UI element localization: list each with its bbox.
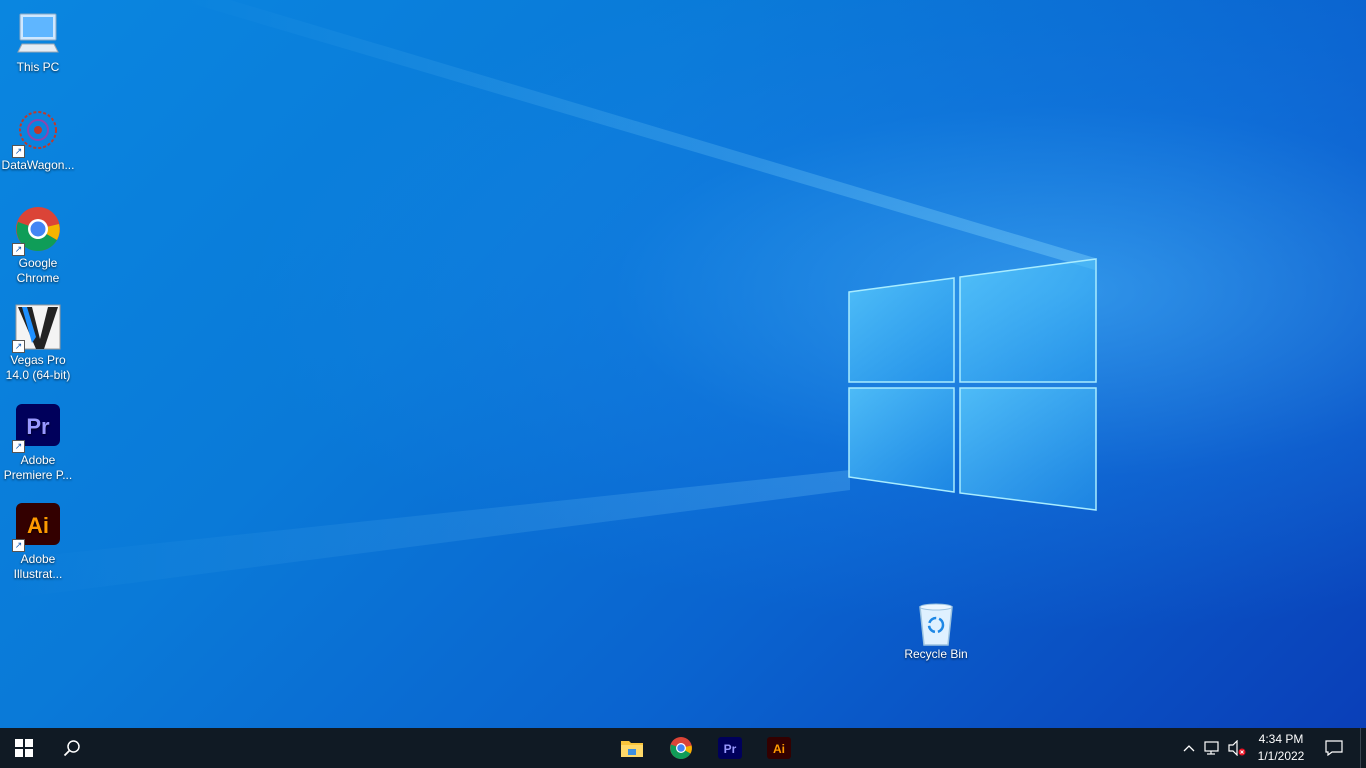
shortcut-arrow-icon: ↗	[12, 145, 25, 158]
desktop[interactable]: This PC ↗ DataWagon... ↗ Google Chrome ↗…	[0, 0, 1366, 728]
datawagon-icon: ↗	[12, 108, 62, 158]
desktop-icon-label: Recycle Bin	[904, 647, 968, 661]
desktop-icon-vegas-pro[interactable]: ↗ Vegas Pro 14.0 (64-bit)	[0, 303, 76, 383]
illustrator-badge: Ai	[773, 742, 785, 756]
taskbar: Pr Ai 4:34 PM 1/1/2022	[0, 728, 1366, 768]
network-button[interactable]	[1201, 728, 1225, 768]
desktop-icon-this-pc[interactable]: This PC	[0, 10, 76, 75]
computer-icon	[14, 10, 62, 58]
desktop-icon-label: This PC	[16, 60, 60, 74]
shortcut-arrow-icon: ↗	[12, 539, 25, 552]
desktop-icon-recycle-bin[interactable]: Recycle Bin	[898, 601, 974, 662]
search-icon	[63, 740, 80, 757]
shortcut-arrow-icon: ↗	[12, 340, 25, 353]
desktop-icon-label: DataWagon...	[1, 158, 75, 172]
chrome-icon	[670, 737, 692, 759]
premiere-pro-icon: Pr	[718, 737, 742, 759]
shortcut-arrow-icon: ↗	[12, 243, 25, 256]
taskbar-app-file-explorer[interactable]	[608, 728, 656, 768]
folder-icon	[621, 741, 643, 757]
clock-date: 1/1/2022	[1257, 749, 1305, 763]
notification-icon	[1325, 740, 1343, 756]
taskbar-app-chrome[interactable]	[657, 728, 705, 768]
illustrator-badge: Ai	[27, 513, 49, 538]
desktop-icon-chrome[interactable]: ↗ Google Chrome	[0, 206, 76, 286]
chevron-up-icon	[1183, 745, 1195, 752]
start-button[interactable]	[0, 728, 48, 768]
desktop-icon-label: Google Chrome	[16, 256, 60, 285]
premiere-badge: Pr	[26, 414, 50, 439]
vegas-pro-icon: ↗	[12, 303, 62, 353]
show-hidden-icons-button[interactable]	[1178, 728, 1200, 768]
premiere-badge: Pr	[724, 742, 737, 756]
action-center-button[interactable]	[1318, 728, 1350, 768]
wallpaper	[0, 0, 1097, 600]
windows-logo-icon	[15, 739, 33, 757]
desktop-icon-label: Adobe Premiere P...	[3, 453, 73, 482]
clock[interactable]: 4:34 PM 1/1/2022	[1246, 731, 1316, 765]
taskbar-app-illustrator[interactable]: Ai	[755, 728, 803, 768]
taskbar-app-premiere-pro[interactable]: Pr	[706, 728, 754, 768]
premiere-pro-icon: Pr ↗	[12, 403, 62, 453]
illustrator-icon: Ai ↗	[12, 502, 62, 552]
volume-muted-icon	[1228, 740, 1246, 756]
recycle-bin-icon	[912, 601, 960, 646]
desktop-icon-illustrator[interactable]: Ai ↗ Adobe Illustrat...	[0, 502, 76, 582]
search-button[interactable]	[48, 728, 96, 768]
shortcut-arrow-icon: ↗	[12, 440, 25, 453]
desktop-icon-label: Adobe Illustrat...	[13, 552, 63, 581]
volume-button[interactable]	[1226, 728, 1248, 768]
desktop-icon-premiere-pro[interactable]: Pr ↗ Adobe Premiere P...	[0, 403, 76, 483]
chrome-icon: ↗	[12, 206, 62, 256]
network-icon	[1204, 741, 1219, 755]
desktop-icon-label: Vegas Pro 14.0 (64-bit)	[5, 353, 71, 382]
clock-time: 4:34 PM	[1258, 732, 1304, 746]
show-desktop-button[interactable]	[1360, 728, 1366, 768]
illustrator-icon: Ai	[767, 737, 791, 759]
desktop-icon-datawagon[interactable]: ↗ DataWagon...	[0, 108, 76, 173]
